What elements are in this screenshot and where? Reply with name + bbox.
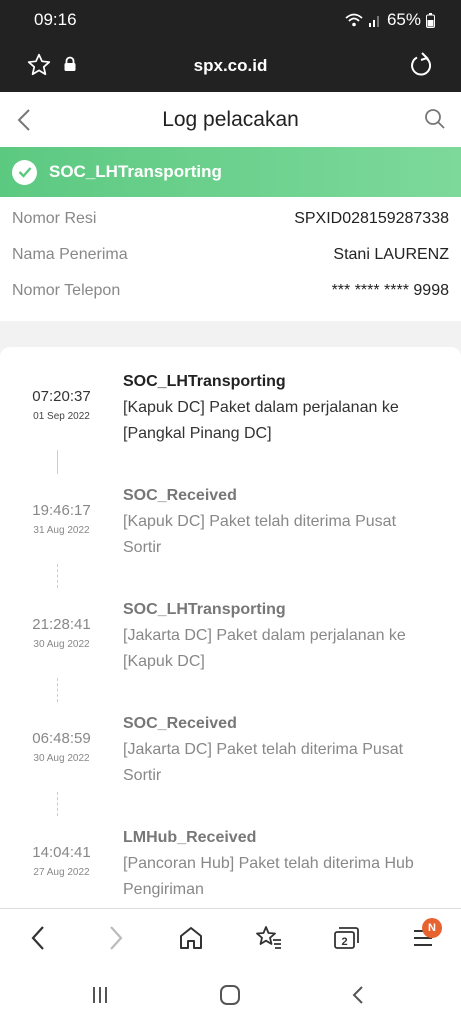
entry-date: 31 Aug 2022 — [33, 525, 90, 536]
home-icon — [180, 927, 202, 949]
notification-badge: N — [422, 918, 442, 938]
entry-time-value: 06:48:59 — [32, 730, 91, 747]
entry-time-value: 21:28:41 — [32, 616, 91, 633]
timeline-connector — [57, 450, 58, 474]
svg-text:2: 2 — [341, 936, 347, 948]
entry-time: 07:20:37 01 Sep 2022 — [0, 388, 123, 422]
info-label: Nama Penerima — [12, 246, 128, 263]
timeline-entry: 21:28:41 30 Aug 2022 SOC_LHTransporting … — [0, 597, 461, 687]
info-row-recipient: Nama Penerima Stani LAURENZ — [12, 237, 449, 273]
timeline-connector — [57, 564, 58, 588]
entry-time: 06:48:59 30 Aug 2022 — [0, 730, 123, 764]
wifi-icon — [345, 13, 363, 27]
info-row-resi: Nomor Resi SPXID028159287338 — [12, 201, 449, 237]
home-nav-icon[interactable] — [219, 985, 241, 1005]
shipment-info: Nomor Resi SPXID028159287338 Nama Peneri… — [0, 197, 461, 321]
entry-description: [Jakarta DC] Paket dalam perjalanan ke [… — [123, 627, 406, 670]
entry-date: 01 Sep 2022 — [33, 411, 90, 422]
clock: 09:16 — [34, 10, 77, 29]
entry-content: SOC_LHTransporting [Kapuk DC] Paket dala… — [123, 369, 438, 447]
recents-icon[interactable] — [90, 985, 110, 1005]
entry-content: SOC_LHTransporting [Jakarta DC] Paket da… — [123, 597, 438, 675]
entry-date: 30 Aug 2022 — [33, 753, 90, 764]
url-text[interactable]: spx.co.id — [0, 56, 461, 76]
chevron-right-icon — [110, 926, 123, 950]
timeline-entry: 19:46:17 31 Aug 2022 SOC_Received [Kapuk… — [0, 483, 461, 573]
page-header: Log pelacakan — [0, 92, 461, 147]
info-label: Nomor Telepon — [12, 282, 121, 299]
timeline-connector — [57, 792, 58, 816]
entry-date: 30 Aug 2022 — [33, 639, 90, 650]
browser-url-bar: spx.co.id — [0, 40, 461, 92]
info-row-phone: Nomor Telepon *** **** **** 9998 — [12, 273, 449, 309]
chevron-left-icon — [31, 926, 44, 950]
entry-time: 14:04:41 27 Aug 2022 — [0, 844, 123, 878]
timeline-entry: 14:04:41 27 Aug 2022 LMHub_Received [Pan… — [0, 825, 461, 908]
bookmarks-button[interactable] — [254, 923, 284, 953]
status-banner: SOC_LHTransporting — [0, 147, 461, 197]
entry-title: SOC_LHTransporting — [123, 373, 286, 390]
tabs-button[interactable]: 2 — [331, 923, 361, 953]
info-label: Nomor Resi — [12, 210, 97, 227]
page-title: Log pelacakan — [162, 107, 299, 131]
back-icon[interactable] — [14, 108, 36, 132]
entry-time: 19:46:17 31 Aug 2022 — [0, 502, 123, 536]
entry-title: SOC_Received — [123, 715, 237, 732]
recipient-name: Stani LAURENZ — [333, 246, 449, 263]
check-icon — [12, 159, 37, 185]
browser-forward-button[interactable] — [101, 923, 131, 953]
browser-back-button[interactable] — [23, 923, 53, 953]
timeline-connector — [57, 678, 58, 702]
back-nav-icon[interactable] — [350, 985, 366, 1005]
tracking-page: Log pelacakan SOC_LHTransporting Nomor R… — [0, 92, 461, 908]
entry-title: LMHub_Received — [123, 829, 257, 846]
tabs-icon: 2 — [334, 927, 359, 949]
timeline-entry: 06:48:59 30 Aug 2022 SOC_Received [Jakar… — [0, 711, 461, 801]
battery-icon — [426, 12, 435, 28]
entry-time-value: 07:20:37 — [32, 388, 91, 405]
entry-title: SOC_LHTransporting — [123, 601, 286, 618]
entry-time-value: 19:46:17 — [32, 502, 91, 519]
search-icon[interactable] — [424, 108, 446, 130]
bookmarks-icon — [256, 926, 281, 949]
entry-description: [Jakarta DC] Paket telah diterima Pusat … — [123, 741, 404, 784]
entry-date: 27 Aug 2022 — [33, 867, 90, 878]
timeline-entry: 07:20:37 01 Sep 2022 SOC_LHTransporting … — [0, 369, 461, 459]
home-button[interactable] — [176, 923, 206, 953]
system-nav-bar — [0, 966, 461, 1024]
current-status: SOC_LHTransporting — [49, 162, 222, 181]
entry-description: [Kapuk DC] Paket telah diterima Pusat So… — [123, 513, 397, 556]
status-icons: 65% — [345, 10, 435, 30]
browser-bottom-nav: 2 — [0, 908, 461, 966]
entry-time-value: 14:04:41 — [32, 844, 91, 861]
entry-title: SOC_Received — [123, 487, 237, 504]
entry-time: 21:28:41 30 Aug 2022 — [0, 616, 123, 650]
status-bar: 09:16 65% — [0, 0, 461, 40]
entry-content: SOC_Received [Jakarta DC] Paket telah di… — [123, 711, 438, 789]
tracking-number: SPXID028159287338 — [294, 210, 449, 227]
entry-content: SOC_Received [Kapuk DC] Paket telah dite… — [123, 483, 438, 561]
signal-icon — [368, 16, 379, 27]
entry-content: LMHub_Received [Pancoran Hub] Paket tela… — [123, 825, 438, 903]
entry-description: [Kapuk DC] Paket dalam perjalanan ke [Pa… — [123, 399, 399, 442]
tracking-timeline: 07:20:37 01 Sep 2022 SOC_LHTransporting … — [0, 347, 461, 908]
phone-number: *** **** **** 9998 — [331, 282, 449, 299]
entry-description: [Pancoran Hub] Paket telah diterima Hub … — [123, 855, 414, 898]
reload-icon[interactable] — [409, 51, 435, 79]
battery-percent: 65% — [386, 10, 421, 29]
